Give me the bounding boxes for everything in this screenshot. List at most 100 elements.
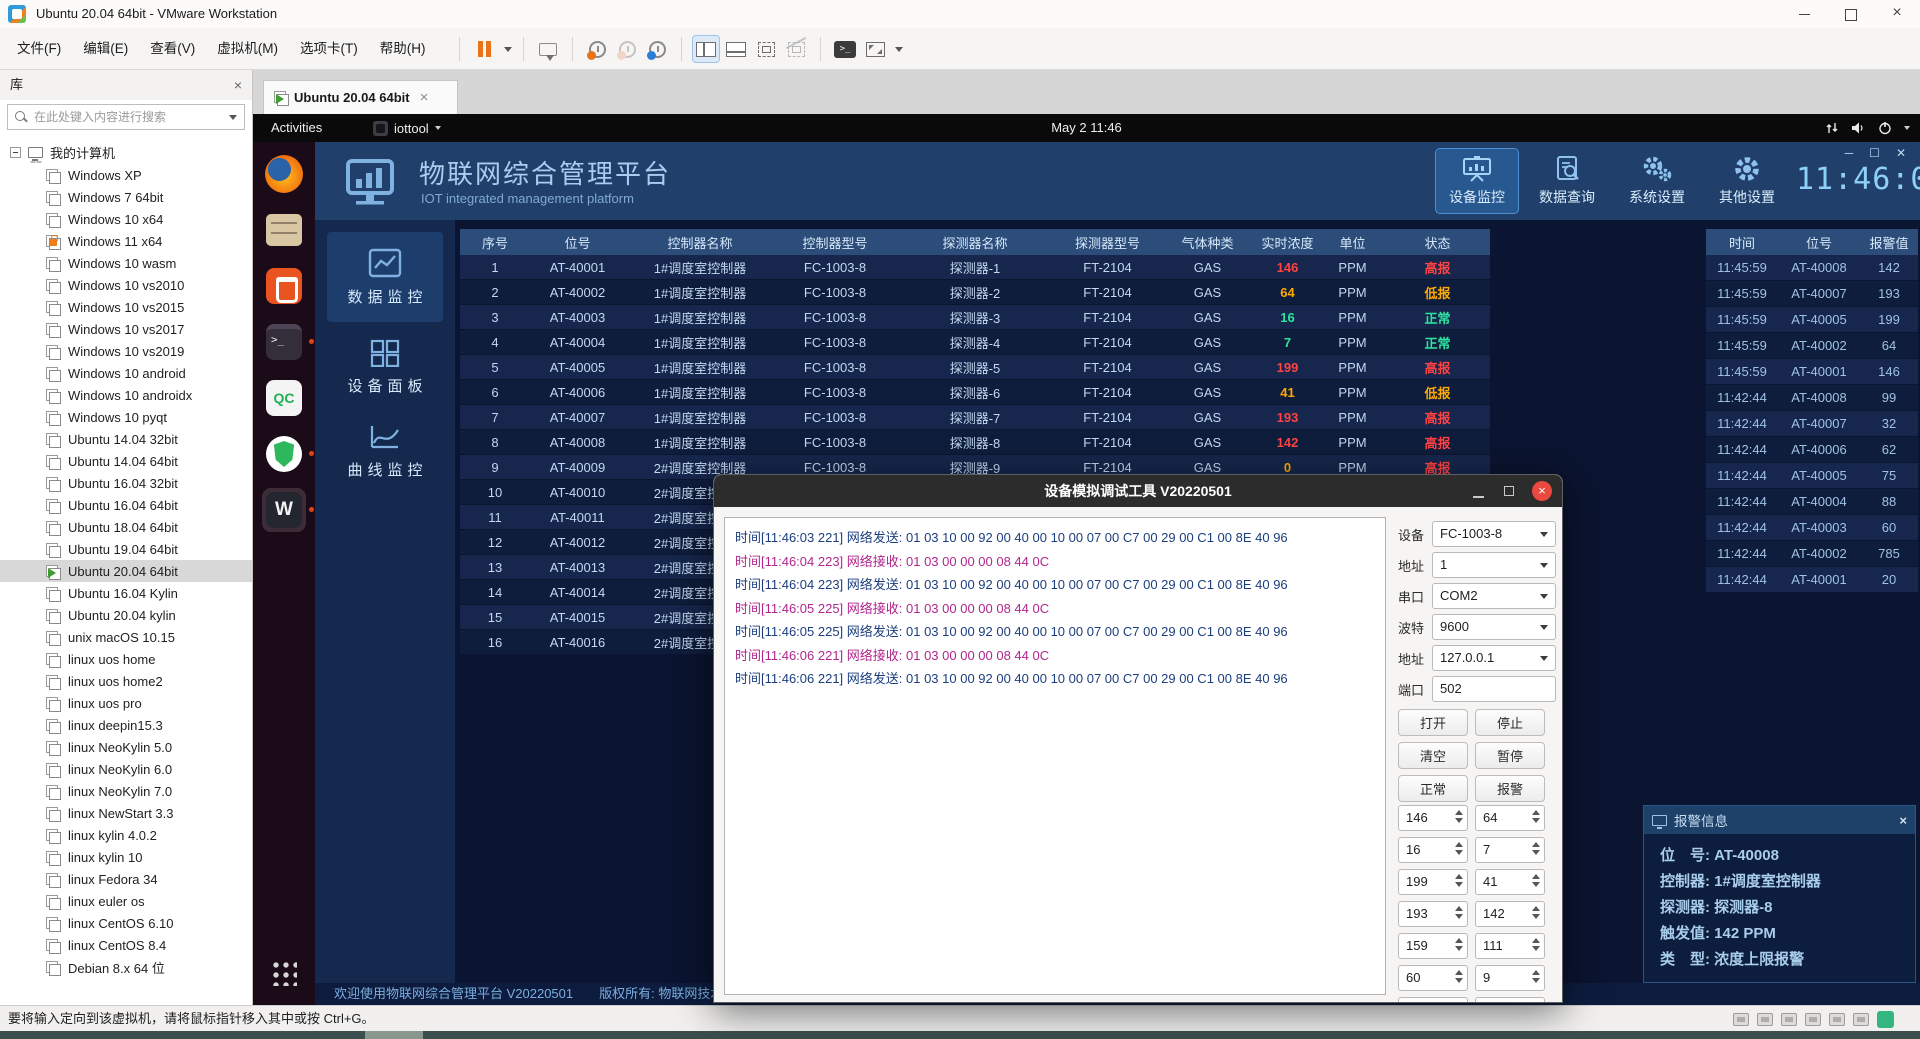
library-vm-item[interactable]: linux uos pro xyxy=(0,692,252,714)
library-vm-item[interactable]: linux CentOS 6.10 xyxy=(0,912,252,934)
library-vm-item[interactable]: linux NeoKylin 7.0 xyxy=(0,780,252,802)
library-vm-item[interactable]: linux kylin 10 xyxy=(0,846,252,868)
dialog-button[interactable]: 暂停 xyxy=(1475,742,1545,769)
library-vm-item[interactable]: linux NewStart 3.3 xyxy=(0,802,252,824)
fullscreen-button[interactable] xyxy=(753,36,779,62)
library-vm-item[interactable]: Windows 10 wasm xyxy=(0,252,252,274)
spinbox[interactable]: 16 xyxy=(1398,837,1468,863)
field-input[interactable]: 9600 xyxy=(1432,614,1556,640)
spinner-arrows-icon[interactable] xyxy=(1455,938,1463,951)
library-vm-item[interactable]: Windows 10 vs2010 xyxy=(0,274,252,296)
collapse-icon[interactable] xyxy=(10,147,21,158)
dialog-titlebar[interactable]: 设备模拟调试工具 V20220501 × xyxy=(714,475,1562,507)
chevron-down-icon[interactable] xyxy=(895,47,903,52)
spinbox[interactable] xyxy=(1475,997,1545,1003)
table-row[interactable]: 2 AT-40002 1#调度室控制器 FC-1003-8 探测器-2 FT-2… xyxy=(460,280,1490,305)
dock-qc-app[interactable]: QC xyxy=(262,376,306,420)
library-vm-item[interactable]: Windows 11 x64 xyxy=(0,230,252,252)
console-view-button[interactable]: >_ xyxy=(832,36,858,62)
table-row[interactable]: 1 AT-40001 1#调度室控制器 FC-1003-8 探测器-1 FT-2… xyxy=(460,255,1490,280)
nav-device-panel[interactable]: 设备面板 xyxy=(327,332,443,402)
dialog-button[interactable]: 停止 xyxy=(1475,709,1545,736)
menu-item[interactable]: 选项卡(T) xyxy=(289,28,369,70)
spinner-arrows-icon[interactable] xyxy=(1532,874,1540,887)
library-vm-item[interactable]: Ubuntu 16.04 Kylin xyxy=(0,582,252,604)
header-button-system-settings[interactable]: 系统设置 xyxy=(1616,149,1698,213)
field-input[interactable]: FC-1003-8 xyxy=(1432,521,1556,547)
library-vm-item[interactable]: Windows 10 vs2017 xyxy=(0,318,252,340)
library-vm-item[interactable]: Ubuntu 18.04 64bit xyxy=(0,516,252,538)
spinbox[interactable]: 64 xyxy=(1475,805,1545,831)
spinner-arrows-icon[interactable] xyxy=(1532,1002,1540,1003)
app-close-button[interactable]: ✕ xyxy=(1896,146,1906,160)
library-vm-item[interactable]: unix macOS 10.15 xyxy=(0,626,252,648)
menu-item[interactable]: 文件(F) xyxy=(6,28,72,70)
nav-data-monitor[interactable]: 数据监控 xyxy=(327,232,443,322)
spinbox[interactable]: 159 xyxy=(1398,933,1468,959)
vm-tab-ubuntu[interactable]: Ubuntu 20.04 64bit × xyxy=(263,80,458,114)
spinner-arrows-icon[interactable] xyxy=(1532,970,1540,983)
library-vm-item[interactable]: Windows 10 x64 xyxy=(0,208,252,230)
library-vm-item[interactable]: Windows 10 pyqt xyxy=(0,406,252,428)
revert-snapshot-button[interactable] xyxy=(614,36,640,62)
show-thumbnail-bar-button[interactable] xyxy=(723,36,749,62)
field-input[interactable]: 502 xyxy=(1432,676,1556,702)
app-minimize-button[interactable]: ─ xyxy=(1845,146,1854,160)
dock-firefox[interactable] xyxy=(262,152,306,196)
library-vm-item[interactable]: linux CentOS 8.4 xyxy=(0,934,252,956)
spinbox[interactable] xyxy=(1398,997,1468,1003)
close-button[interactable] xyxy=(1874,0,1920,28)
sound-icon[interactable] xyxy=(1829,1013,1845,1026)
alarm-row[interactable]: 11:42:44 AT-40001 20 xyxy=(1706,567,1918,593)
table-row[interactable]: 3 AT-40003 1#调度室控制器 FC-1003-8 探测器-3 FT-2… xyxy=(460,305,1490,330)
dock-software[interactable] xyxy=(262,264,306,308)
library-vm-item[interactable]: Ubuntu 16.04 32bit xyxy=(0,472,252,494)
field-input[interactable]: 127.0.0.1 xyxy=(1432,645,1556,671)
alarm-row[interactable]: 11:42:44 AT-40006 62 xyxy=(1706,437,1918,463)
alarm-row[interactable]: 11:42:44 AT-40004 88 xyxy=(1706,489,1918,515)
table-row[interactable]: 7 AT-40007 1#调度室控制器 FC-1003-8 探测器-7 FT-2… xyxy=(460,405,1490,430)
dialog-close-button[interactable]: × xyxy=(1532,481,1552,501)
library-vm-item[interactable]: linux uos home xyxy=(0,648,252,670)
library-vm-item[interactable]: linux NeoKylin 5.0 xyxy=(0,736,252,758)
dock-terminal[interactable]: >_ xyxy=(262,320,306,364)
dialog-button[interactable]: 报警 xyxy=(1475,775,1545,802)
spinbox[interactable]: 146 xyxy=(1398,805,1468,831)
library-vm-item[interactable]: Ubuntu 16.04 64bit xyxy=(0,494,252,516)
alarm-row[interactable]: 11:42:44 AT-40005 75 xyxy=(1706,463,1918,489)
field-input[interactable]: 1 xyxy=(1432,552,1556,578)
spinner-arrows-icon[interactable] xyxy=(1532,906,1540,919)
spinbox[interactable]: 41 xyxy=(1475,869,1545,895)
library-vm-item[interactable]: Ubuntu 19.04 64bit xyxy=(0,538,252,560)
library-vm-item[interactable]: Windows 10 android xyxy=(0,362,252,384)
spinner-arrows-icon[interactable] xyxy=(1455,1002,1463,1003)
stretch-view-button[interactable] xyxy=(862,36,888,62)
library-vm-item[interactable]: linux deepin15.3 xyxy=(0,714,252,736)
alarm-row[interactable]: 11:45:59 AT-40002 64 xyxy=(1706,333,1918,359)
cdrom-icon[interactable] xyxy=(1757,1013,1773,1026)
dock-files[interactable] xyxy=(262,208,306,252)
dialog-button[interactable]: 正常 xyxy=(1398,775,1468,802)
alarm-popup-close-icon[interactable]: × xyxy=(1899,813,1907,828)
alarm-row[interactable]: 11:45:59 AT-40005 199 xyxy=(1706,307,1918,333)
library-vm-item[interactable]: Debian 8.x 64 位 xyxy=(0,956,252,978)
spinbox[interactable]: 199 xyxy=(1398,869,1468,895)
library-close-icon[interactable]: × xyxy=(234,70,242,100)
dock-iottool[interactable]: W xyxy=(262,488,306,532)
header-button-other-settings[interactable]: 其他设置 xyxy=(1706,149,1788,213)
spinbox[interactable]: 111 xyxy=(1475,933,1545,959)
alarm-row[interactable]: 11:42:44 AT-40007 32 xyxy=(1706,411,1918,437)
spinbox[interactable]: 142 xyxy=(1475,901,1545,927)
menu-item[interactable]: 查看(V) xyxy=(139,28,206,70)
table-row[interactable]: 6 AT-40006 1#调度室控制器 FC-1003-8 探测器-6 FT-2… xyxy=(460,380,1490,405)
alarm-row[interactable]: 11:42:44 AT-40002 785 xyxy=(1706,541,1918,567)
table-row[interactable]: 4 AT-40004 1#调度室控制器 FC-1003-8 探测器-4 FT-2… xyxy=(460,330,1490,355)
header-button-data-query[interactable]: 数据查询 xyxy=(1526,149,1608,213)
table-row[interactable]: 8 AT-40008 1#调度室控制器 FC-1003-8 探测器-8 FT-2… xyxy=(460,430,1490,455)
gnome-system-tray[interactable] xyxy=(1825,114,1910,142)
dock-antivirus[interactable] xyxy=(262,432,306,476)
alarm-popup-header[interactable]: 报警信息 × xyxy=(1644,806,1915,834)
library-vm-item[interactable]: linux kylin 4.0.2 xyxy=(0,824,252,846)
app-indicator[interactable]: iottool xyxy=(373,114,441,142)
alarm-row[interactable]: 11:42:44 AT-40003 60 xyxy=(1706,515,1918,541)
